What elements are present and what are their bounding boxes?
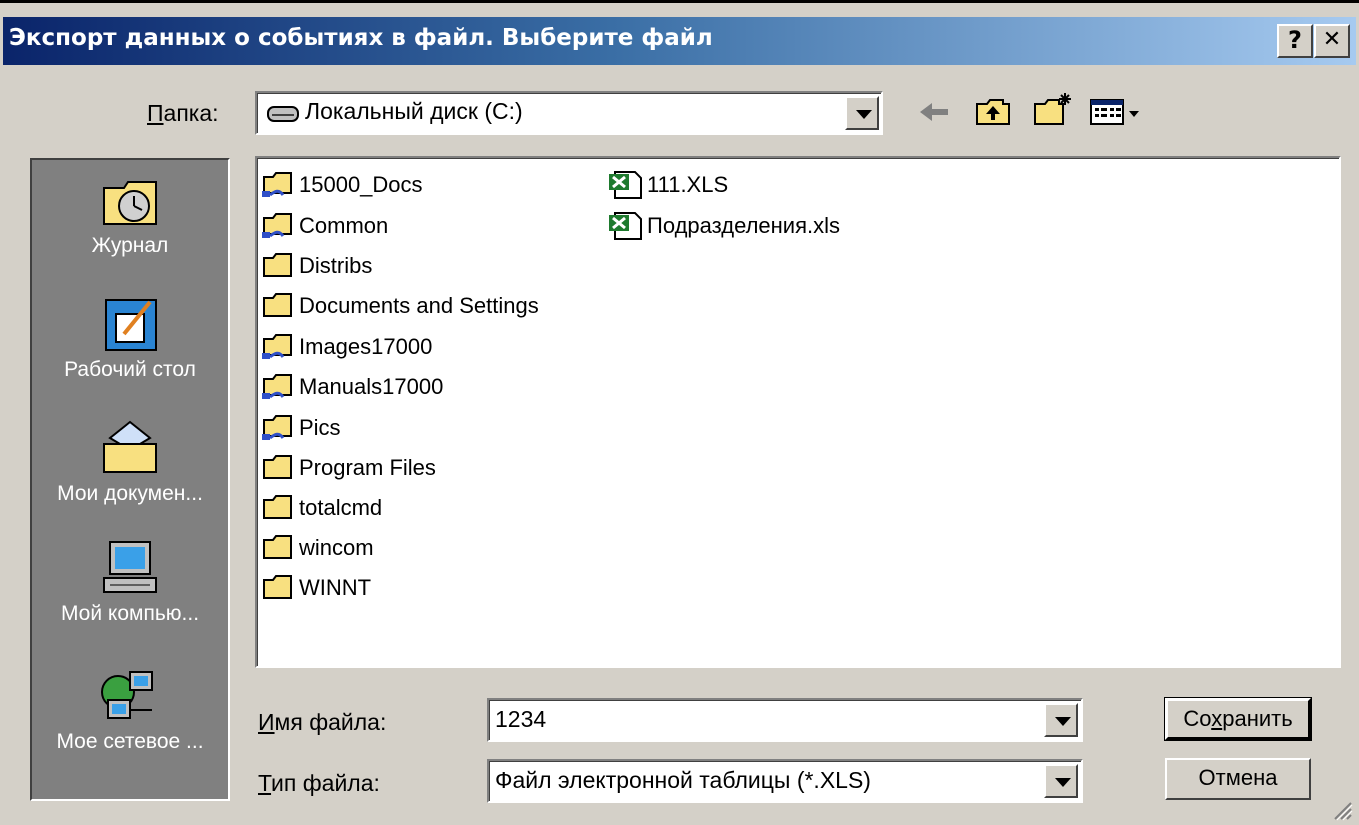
lookin-dropdown-button[interactable] — [845, 96, 879, 130]
excel-file-icon — [609, 212, 642, 240]
folder-icon — [263, 293, 292, 317]
my-documents-folder-icon — [103, 420, 157, 473]
lookin-combobox[interactable]: Локальный диск (C:) — [255, 91, 883, 135]
shared-folder-icon — [262, 213, 292, 238]
list-item[interactable]: Distribs — [261, 249, 372, 283]
filename-dropdown-button[interactable] — [1044, 703, 1078, 737]
save-dialog: Экспорт данных о событиях в файл. Выбери… — [0, 0, 1359, 825]
lookin-value: Локальный диск (C:) — [305, 98, 523, 124]
list-item[interactable]: Images17000 — [261, 330, 432, 364]
new-folder-icon[interactable] — [1033, 92, 1073, 126]
filename-combobox[interactable]: 1234 — [487, 698, 1083, 742]
filetype-value: Файл электронной таблицы (*.XLS) — [495, 767, 871, 793]
place-history[interactable]: Журнал — [32, 172, 228, 258]
chevron-down-icon — [1055, 717, 1071, 726]
file-list[interactable]: 15000_Docs Common Distribs Documents and… — [255, 156, 1341, 668]
folder-icon — [263, 455, 292, 479]
place-desktop-label: Рабочий стол — [64, 358, 196, 381]
excel-file-icon — [609, 171, 642, 199]
shared-folder-icon — [262, 374, 292, 399]
list-item[interactable]: wincom — [261, 531, 374, 565]
folder-icon — [263, 575, 292, 599]
view-menu-icon[interactable] — [1089, 98, 1143, 126]
list-item[interactable]: WINNT — [261, 571, 371, 605]
shared-folder-icon — [262, 334, 292, 359]
desktop-icon — [105, 299, 157, 351]
filetype-dropdown-button[interactable] — [1044, 764, 1078, 798]
list-item[interactable]: Подразделения.xls — [607, 209, 840, 243]
place-mydocuments-label: Мои докумен... — [57, 482, 203, 505]
place-history-label: Журнал — [91, 234, 169, 257]
list-item[interactable]: Documents and Settings — [261, 289, 539, 323]
folder-icon — [263, 535, 292, 559]
list-item[interactable]: Manuals17000 — [261, 370, 443, 404]
network-places-icon — [101, 671, 153, 719]
list-item[interactable]: 15000_Docs — [261, 168, 423, 202]
hard-disk-icon — [267, 106, 299, 122]
folder-icon — [263, 253, 292, 277]
resize-grip-icon[interactable] — [1331, 799, 1353, 821]
filename-label: Имя файла: — [258, 709, 387, 735]
back-arrow-icon[interactable] — [918, 100, 950, 124]
place-mycomputer[interactable]: Мой компью... — [32, 540, 228, 626]
my-computer-icon — [103, 541, 157, 593]
title-bar[interactable]: Экспорт данных о событиях в файл. Выбери… — [3, 17, 1356, 65]
list-item[interactable]: 111.XLS — [607, 168, 728, 202]
close-button[interactable]: ✕ — [1314, 24, 1350, 58]
place-mydocuments[interactable]: Мои докумен... — [32, 420, 228, 506]
list-item[interactable]: Program Files — [261, 451, 436, 485]
shared-folder-icon — [262, 172, 292, 197]
cancel-button[interactable]: Отмена — [1165, 758, 1311, 800]
place-network[interactable]: Мое сетевое ... — [32, 668, 228, 754]
place-desktop[interactable]: Рабочий стол — [32, 296, 228, 382]
filetype-label: Тип файла: — [258, 770, 380, 796]
chevron-down-icon — [1055, 778, 1071, 787]
filetype-combobox[interactable]: Файл электронной таблицы (*.XLS) — [487, 759, 1083, 803]
folder-icon — [263, 495, 292, 519]
places-bar: Журнал Рабочий стол Мои докумен... Мой к… — [30, 158, 230, 801]
list-item[interactable]: Common — [261, 209, 388, 243]
help-button[interactable]: ? — [1277, 24, 1313, 58]
chevron-down-icon — [856, 110, 872, 119]
place-mycomputer-label: Мой компью... — [60, 602, 200, 625]
up-folder-icon[interactable] — [975, 96, 1011, 126]
list-item[interactable]: totalcmd — [261, 491, 382, 525]
dialog-title: Экспорт данных о событиях в файл. Выбери… — [9, 25, 713, 51]
filename-value: 1234 — [495, 706, 547, 732]
history-clock-icon — [103, 181, 157, 225]
shared-folder-icon — [262, 415, 292, 440]
list-item[interactable]: Pics — [261, 411, 341, 445]
lookin-label: Папка: — [147, 100, 219, 126]
place-network-label: Мое сетевое ... — [56, 730, 204, 753]
save-button[interactable]: Сохранить — [1165, 698, 1311, 740]
